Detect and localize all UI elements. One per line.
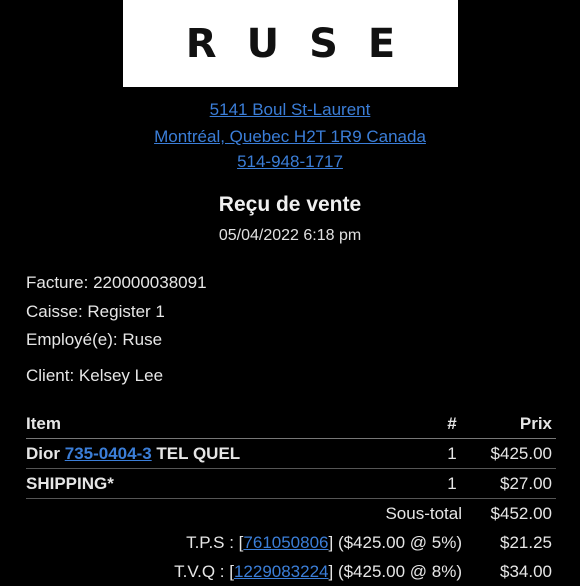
tvq-label-suffix: ] ($425.00 @ 8%) [328,561,463,581]
item-price: $27.00 [472,468,556,499]
subtotal-row: Sous-total $452.00 [26,499,556,529]
receipt-title: Reçu de vente [218,193,362,216]
tps-row: T.P.S : [761050806] ($425.00 @ 5%) $21.2… [26,528,556,557]
receipt-datetime: 05/04/2022 6:18 pm [218,227,362,244]
tvq-row: T.V.Q : [1229083224] ($425.00 @ 8%) $34.… [26,557,556,586]
table-row: SHIPPING* 1 $27.00 [26,468,556,499]
tps-label-suffix: ] ($425.00 @ 5%) [328,532,463,552]
store-logo: RUSE [123,0,458,87]
subtotal-label: Sous-total [385,503,462,523]
tvq-value: $34.00 [500,561,552,581]
address-line-2-row: Montréal, Quebec H2T 1R9 Canada [0,127,580,147]
client-label: Client: Kelsey Lee [26,366,164,385]
item-qty: 1 [432,438,472,469]
address-line-1-row: 5141 Boul St-Laurent [0,100,580,120]
item-price: $425.00 [472,438,556,469]
tps-label-prefix: T.P.S : [ [186,532,244,552]
tvq-label: T.V.Q : [1229083224] ($425.00 @ 8%) [26,557,472,586]
address-line-2-link[interactable]: Montréal, Quebec H2T 1R9 Canada [154,127,426,146]
tps-number-link[interactable]: 761050806 [243,533,328,552]
item-sku-link[interactable]: 735-0404-3 [65,444,152,463]
item-name: Dior 735-0404-3 TEL QUEL [26,438,432,469]
tvq-number-link[interactable]: 1229083224 [234,562,329,581]
item-brand: Dior [26,443,65,463]
table-header-row: Item # Prix [26,410,556,439]
invoice-number: Facture: 220000038091 [26,273,207,292]
employee-label: Employé(e): Ruse [26,330,163,349]
tvq-label-prefix: T.V.Q : [ [174,561,234,581]
phone-row: 514-948-1717 [0,152,580,172]
item-descriptor: TEL QUEL [151,443,241,463]
item-qty: 1 [432,468,472,499]
header-item: Item [26,410,432,439]
table-row: Dior 735-0404-3 TEL QUEL 1 $425.00 [26,438,556,469]
phone-link[interactable]: 514-948-1717 [237,152,343,171]
tps-value: $21.25 [500,532,552,552]
address-line-1-link[interactable]: 5141 Boul St-Laurent [210,100,371,119]
header-qty: # [432,410,472,439]
subtotal-value: $452.00 [490,503,552,523]
header-price: Prix [472,410,556,439]
item-name: SHIPPING* [26,468,432,499]
logo-text: RUSE [185,20,426,67]
items-table: Item # Prix Dior 735-0404-3 TEL QUEL 1 $… [26,410,556,586]
register-label: Caisse: Register 1 [26,302,165,321]
tps-label: T.P.S : [761050806] ($425.00 @ 5%) [26,528,472,557]
